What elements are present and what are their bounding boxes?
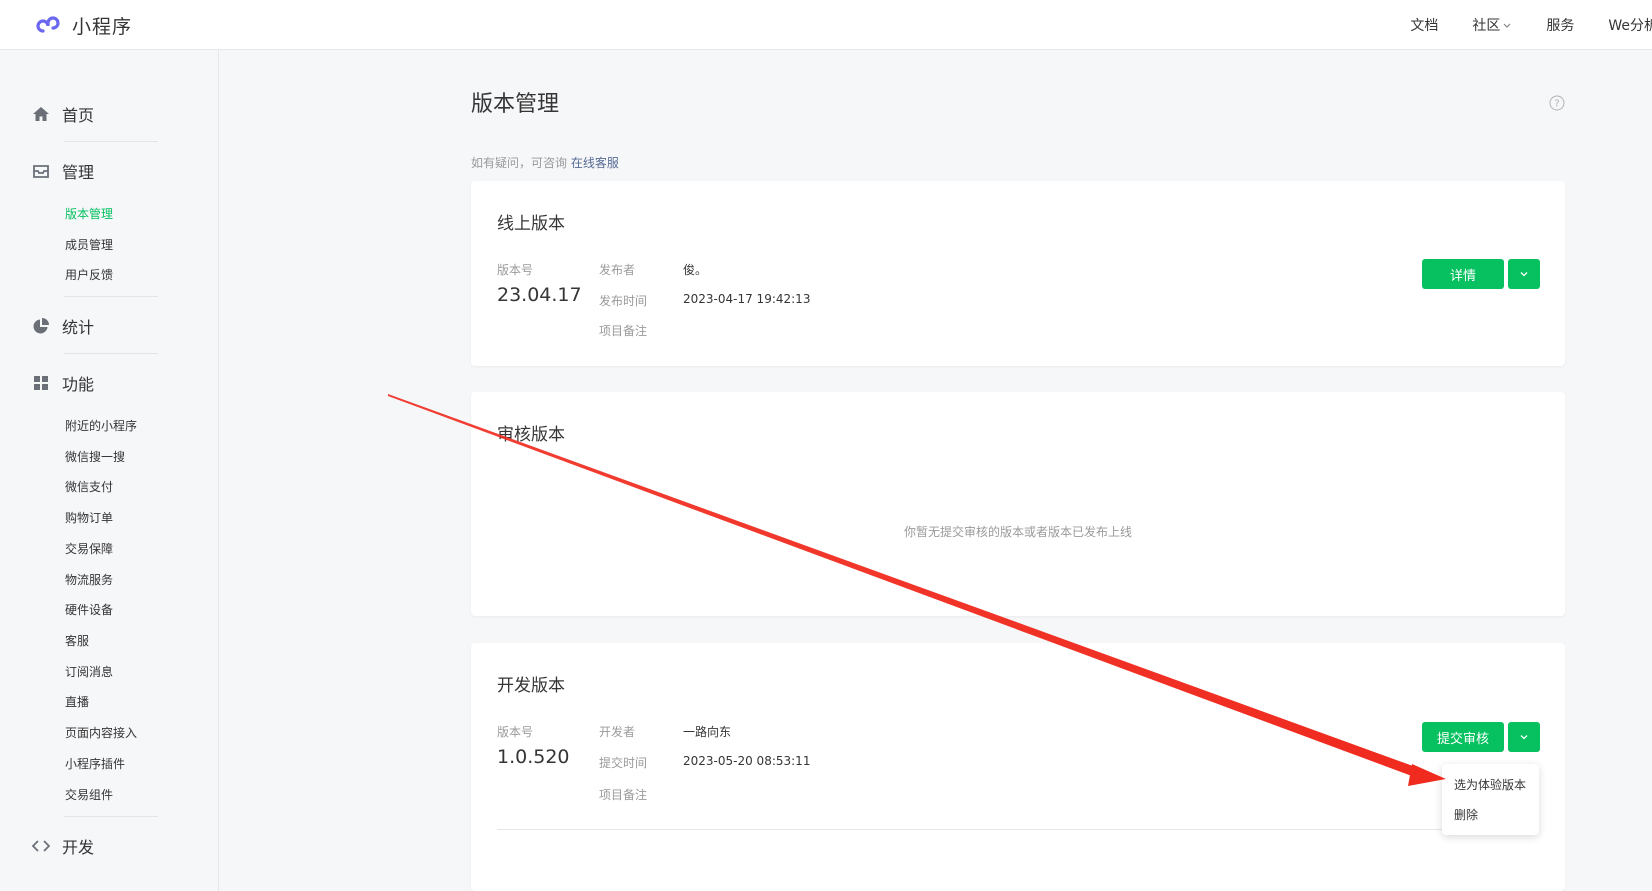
inbox-icon xyxy=(33,165,49,178)
submit-time-value: 2023-05-20 08:53:11 xyxy=(683,754,811,768)
sidebar-manage-label: 管理 xyxy=(62,163,95,182)
sidebar-divider xyxy=(64,296,158,297)
chevron-down-icon xyxy=(1520,735,1528,740)
card-divider xyxy=(497,829,1539,830)
submit-review-button[interactable]: 提交审核 xyxy=(1422,722,1504,752)
dev-version-title: 开发版本 xyxy=(497,676,565,696)
sidebar-home[interactable]: 首页 xyxy=(32,102,158,126)
sidebar-item-user-feedback[interactable]: 用户反馈 xyxy=(65,266,113,283)
logo-text: 小程序 xyxy=(72,15,133,38)
sidebar-item-wechat-pay[interactable]: 微信支付 xyxy=(65,478,113,495)
sidebar-item-version-manage[interactable]: 版本管理 xyxy=(65,205,113,222)
sidebar-features-label: 功能 xyxy=(62,375,95,394)
online-more-button[interactable] xyxy=(1508,259,1540,289)
sidebar-item-page-content[interactable]: 页面内容接入 xyxy=(65,724,137,741)
submit-time-label: 提交时间 xyxy=(599,756,648,770)
nav-services[interactable]: 服务 xyxy=(1546,15,1574,35)
sidebar-divider xyxy=(64,816,158,817)
sidebar-item-subscribe-message[interactable]: 订阅消息 xyxy=(65,663,113,680)
developer-value: 一路向东 xyxy=(683,725,732,739)
sidebar-home-label: 首页 xyxy=(62,106,95,125)
sidebar-stats-label: 统计 xyxy=(62,318,95,337)
dev-version-card: 开发版本 版本号 1.0.520 开发者 一路向东 提交时间 2023-05-2… xyxy=(471,643,1565,891)
sidebar-features[interactable]: 功能 xyxy=(32,371,158,395)
sidebar-item-shopping-orders[interactable]: 购物订单 xyxy=(65,509,113,526)
chevron-down-icon xyxy=(1503,23,1511,28)
nav-community[interactable]: 社区 xyxy=(1472,15,1512,35)
menu-item-set-trial[interactable]: 选为体验版本 xyxy=(1454,776,1526,793)
sidebar-item-customer-service[interactable]: 客服 xyxy=(65,632,89,649)
sidebar: 首页 管理 版本管理 成员管理 用户反馈 统计 功能 附近的小程序 微信搜一搜 … xyxy=(0,50,219,891)
publish-time-label: 发布时间 xyxy=(599,294,648,308)
sidebar-item-member-manage[interactable]: 成员管理 xyxy=(65,236,113,253)
svg-text:?: ? xyxy=(1554,99,1559,110)
sidebar-item-trade-components[interactable]: 交易组件 xyxy=(65,786,113,803)
sidebar-item-logistics[interactable]: 物流服务 xyxy=(65,571,113,588)
sidebar-item-hardware[interactable]: 硬件设备 xyxy=(65,601,113,618)
sidebar-dev[interactable]: 开发 xyxy=(32,834,158,858)
home-icon xyxy=(33,107,49,121)
nav-docs[interactable]: 文档 xyxy=(1410,15,1438,35)
project-note-label: 项目备注 xyxy=(599,324,648,338)
menu-item-delete[interactable]: 删除 xyxy=(1454,806,1478,823)
dev-more-button[interactable] xyxy=(1508,722,1540,752)
detail-button[interactable]: 详情 xyxy=(1422,259,1504,289)
nav-we-analysis[interactable]: We分析 xyxy=(1608,15,1652,35)
publisher-label: 发布者 xyxy=(599,263,636,277)
miniprogram-logo-icon xyxy=(36,16,60,33)
review-empty-text: 你暂无提交审核的版本或者版本已发布上线 xyxy=(903,525,1132,539)
online-version-title: 线上版本 xyxy=(497,214,565,234)
review-version-title: 审核版本 xyxy=(497,425,565,445)
code-icon xyxy=(32,840,50,852)
pie-chart-icon xyxy=(33,318,49,334)
sidebar-manage[interactable]: 管理 xyxy=(32,159,158,183)
dev-more-menu: 选为体验版本 删除 xyxy=(1442,764,1539,835)
logo[interactable]: 小程序 xyxy=(34,10,132,40)
sidebar-item-live[interactable]: 直播 xyxy=(65,693,89,710)
sidebar-divider xyxy=(64,141,158,142)
project-note-label: 项目备注 xyxy=(599,788,648,802)
grid-icon xyxy=(34,376,48,390)
sidebar-item-nearby[interactable]: 附近的小程序 xyxy=(65,417,137,434)
page-title: 版本管理 xyxy=(471,92,560,117)
sidebar-stats[interactable]: 统计 xyxy=(32,314,158,338)
help-hint-text: 如有疑问，可咨询 xyxy=(471,156,568,170)
top-nav: 文档 社区 服务 We分析 xyxy=(1410,0,1652,50)
version-number-label: 版本号 xyxy=(497,725,534,739)
online-service-link[interactable]: 在线客服 xyxy=(571,156,619,170)
help-icon[interactable]: ? xyxy=(1549,95,1565,111)
top-bar: 小程序 文档 社区 服务 We分析 xyxy=(0,0,1652,50)
publisher-value: 俊。 xyxy=(683,263,708,277)
online-version-number: 23.04.17 xyxy=(497,284,582,306)
publish-time-value: 2023-04-17 19:42:13 xyxy=(683,292,811,306)
review-version-card: 审核版本 你暂无提交审核的版本或者版本已发布上线 xyxy=(471,392,1565,616)
version-number-label: 版本号 xyxy=(497,263,534,277)
online-version-card: 线上版本 版本号 23.04.17 发布者 俊。 发布时间 2023-04-17… xyxy=(471,181,1565,366)
help-hint: 如有疑问，可咨询 在线客服 xyxy=(471,154,619,171)
sidebar-item-wechat-search[interactable]: 微信搜一搜 xyxy=(65,448,125,465)
sidebar-dev-label: 开发 xyxy=(62,838,95,857)
chevron-down-icon xyxy=(1520,272,1528,277)
developer-label: 开发者 xyxy=(599,725,636,739)
sidebar-divider xyxy=(64,353,158,354)
sidebar-item-plugins[interactable]: 小程序插件 xyxy=(65,755,125,772)
nav-community-label: 社区 xyxy=(1472,18,1501,34)
dev-version-number: 1.0.520 xyxy=(497,746,570,768)
sidebar-item-trade-guarantee[interactable]: 交易保障 xyxy=(65,540,113,557)
